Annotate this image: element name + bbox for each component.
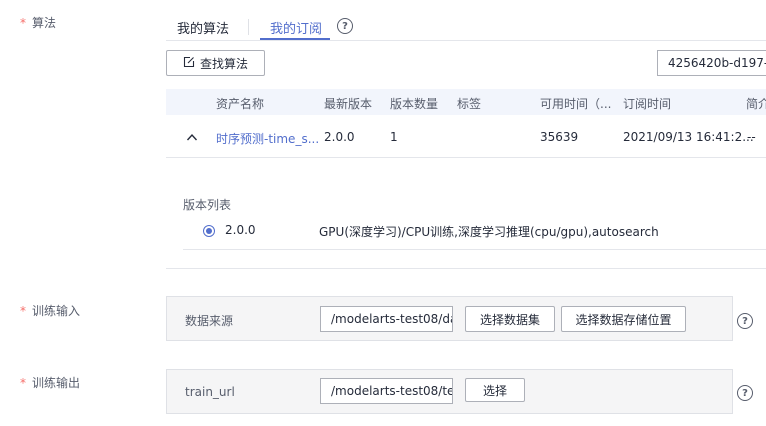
- required-star-icon: *: [20, 16, 26, 30]
- version-number: 2.0.0: [225, 223, 256, 237]
- tab-my-algorithms[interactable]: 我的算法: [177, 18, 229, 37]
- search-input[interactable]: 4256420b-d197-413: [657, 50, 766, 76]
- search-input-value: 4256420b-d197-413: [668, 56, 766, 70]
- version-row-border: [183, 249, 766, 250]
- train-output-label-text: 训练输出: [32, 376, 81, 390]
- train-output-label: * 训练输出: [20, 374, 80, 391]
- help-icon[interactable]: ?: [737, 313, 753, 329]
- asset-name-link[interactable]: 时序预测-time_s...: [216, 130, 319, 147]
- cell-subscribe-time: 2021/09/13 16:41:2...: [623, 130, 754, 144]
- select-output-label: 选择: [482, 383, 507, 398]
- select-storage-label: 选择数据存储位置: [575, 312, 672, 327]
- radio-dot-icon: [206, 228, 212, 234]
- version-description: GPU(深度学习)/CPU训练,深度学习推理(cpu/gpu),autosear…: [319, 225, 659, 239]
- algorithm-label: * 算法: [20, 14, 56, 31]
- th-version-count: 版本数量: [390, 97, 439, 111]
- find-algorithm-button[interactable]: 查找算法: [166, 50, 265, 76]
- required-star-icon: *: [20, 376, 26, 390]
- row-border: [166, 157, 766, 158]
- edit-icon: [183, 56, 195, 71]
- data-source-value: /modelarts-test08/data: [331, 312, 452, 326]
- tab-divider: [248, 19, 249, 35]
- version-radio[interactable]: [203, 225, 215, 237]
- tab-my-subscriptions[interactable]: 我的订阅: [270, 18, 322, 37]
- select-storage-button[interactable]: 选择数据存储位置: [561, 306, 686, 332]
- help-icon[interactable]: ?: [737, 385, 753, 401]
- algorithm-section-border: [166, 268, 766, 269]
- required-star-icon: *: [20, 304, 26, 318]
- cell-available-time: 35639: [540, 130, 579, 144]
- collapse-row-button[interactable]: [186, 131, 198, 145]
- select-dataset-label: 选择数据集: [479, 312, 540, 327]
- version-list-title: 版本列表: [183, 198, 232, 212]
- select-output-button[interactable]: 选择: [465, 378, 525, 402]
- train-url-value: /modelarts-test08/test/: [331, 384, 453, 398]
- train-input-label-text: 训练输入: [32, 304, 81, 318]
- tabs-bottom-border: [166, 40, 766, 41]
- chevron-up-icon: [186, 131, 198, 145]
- algorithm-label-text: 算法: [32, 16, 57, 30]
- cell-description: --: [747, 130, 756, 144]
- th-subscribe-time: 订阅时间: [623, 97, 672, 111]
- data-source-label: 数据来源: [185, 314, 234, 328]
- th-available-time: 可用时间（...: [540, 97, 612, 111]
- cell-version-count: 1: [390, 130, 398, 144]
- find-algorithm-label: 查找算法: [199, 56, 248, 71]
- cell-latest-version: 2.0.0: [324, 130, 355, 144]
- train-url-label: train_url: [185, 385, 235, 399]
- th-description: 简介: [746, 97, 766, 111]
- th-latest-version: 最新版本: [324, 97, 373, 111]
- help-icon[interactable]: ?: [337, 18, 353, 34]
- data-source-input[interactable]: /modelarts-test08/data: [320, 306, 453, 332]
- th-asset-name: 资产名称: [216, 97, 265, 111]
- select-dataset-button[interactable]: 选择数据集: [465, 306, 555, 332]
- train-input-label: * 训练输入: [20, 302, 80, 319]
- th-tag: 标签: [457, 97, 482, 111]
- train-url-input[interactable]: /modelarts-test08/test/: [320, 378, 453, 404]
